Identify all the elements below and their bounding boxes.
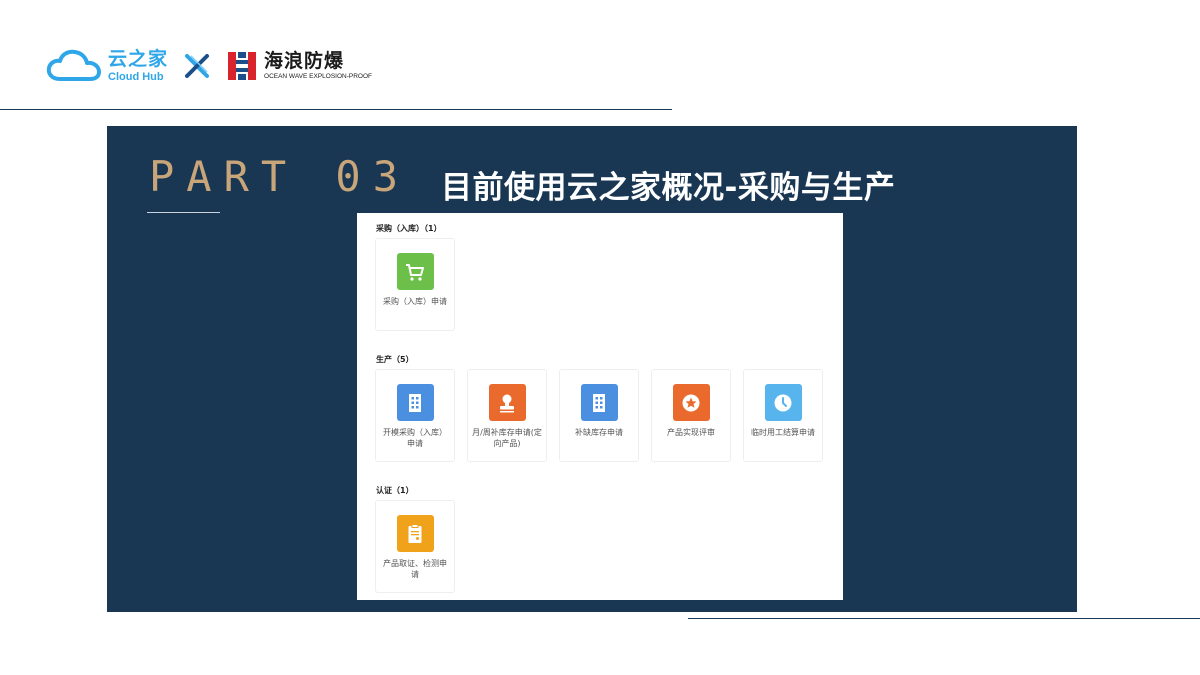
star-badge-icon <box>672 384 710 421</box>
building-icon <box>580 384 618 421</box>
stamp-icon <box>488 384 526 421</box>
card-purchase-request[interactable]: 采购（入库）申请 <box>375 238 455 331</box>
partner-en-label: OCEAN WAVE EXPLOSION-PROOF <box>264 72 373 80</box>
card-label: 开模采购（入库）申请 <box>383 428 447 448</box>
card-label: 产品取证、检测申请 <box>383 559 447 579</box>
building-icon <box>396 384 434 421</box>
bottom-divider <box>688 618 1200 619</box>
cross-icon <box>185 54 210 78</box>
partner-logo: 海浪防爆 OCEAN WAVE EXPLOSION-PROOF <box>226 50 372 82</box>
part-label: PART 03 <box>149 152 411 201</box>
content-panel: PART 03 目前使用云之家概况-采购与生产 采购（入库）（1） 采购（入库）… <box>107 126 1077 612</box>
header-logos: 云之家 Cloud Hub 海浪防爆 OCEAN WAVE EXPLOSION-… <box>46 46 372 86</box>
cloudhub-cn-label: 云之家 <box>108 47 169 70</box>
card-label: 临时用工结算申请 <box>751 428 815 437</box>
card-restock-request[interactable]: 月/周补库存申请(定向产品) <box>467 369 547 462</box>
card-temp-labor-settlement[interactable]: 临时用工结算申请 <box>743 369 823 462</box>
section-title-certification: 认证（1） <box>376 486 414 495</box>
cloudhub-en-label: Cloud Hub <box>108 70 164 83</box>
card-label: 产品实现评审 <box>667 428 715 437</box>
part-underline <box>147 212 220 213</box>
card-product-review[interactable]: 产品实现评审 <box>651 369 731 462</box>
section-title-production: 生产（5） <box>376 355 414 364</box>
cart-icon <box>396 253 434 290</box>
card-certification-request[interactable]: 产品取证、检测申请 <box>375 500 455 593</box>
card-label: 采购（入库）申请 <box>383 297 447 306</box>
top-divider <box>0 109 672 110</box>
panel-title: 目前使用云之家概况-采购与生产 <box>441 170 896 206</box>
card-mold-purchase[interactable]: 开模采购（入库）申请 <box>375 369 455 462</box>
section-title-purchase: 采购（入库）（1） <box>376 224 442 233</box>
clipboard-icon <box>396 515 434 552</box>
clock-icon <box>764 384 802 421</box>
card-shortage-restock[interactable]: 补缺库存申请 <box>559 369 639 462</box>
card-label: 月/周补库存申请(定向产品) <box>472 428 542 448</box>
app-screenshot: 采购（入库）（1） 采购（入库）申请 生产（5） 开模采购（入库）申请 月/周补… <box>357 213 843 600</box>
cloudhub-logo: 云之家 Cloud Hub <box>46 47 168 85</box>
card-label: 补缺库存申请 <box>575 428 623 437</box>
cloud-icon <box>46 49 101 81</box>
partner-cn-label: 海浪防爆 <box>264 49 345 72</box>
haiLang-logo-icon <box>228 52 257 80</box>
